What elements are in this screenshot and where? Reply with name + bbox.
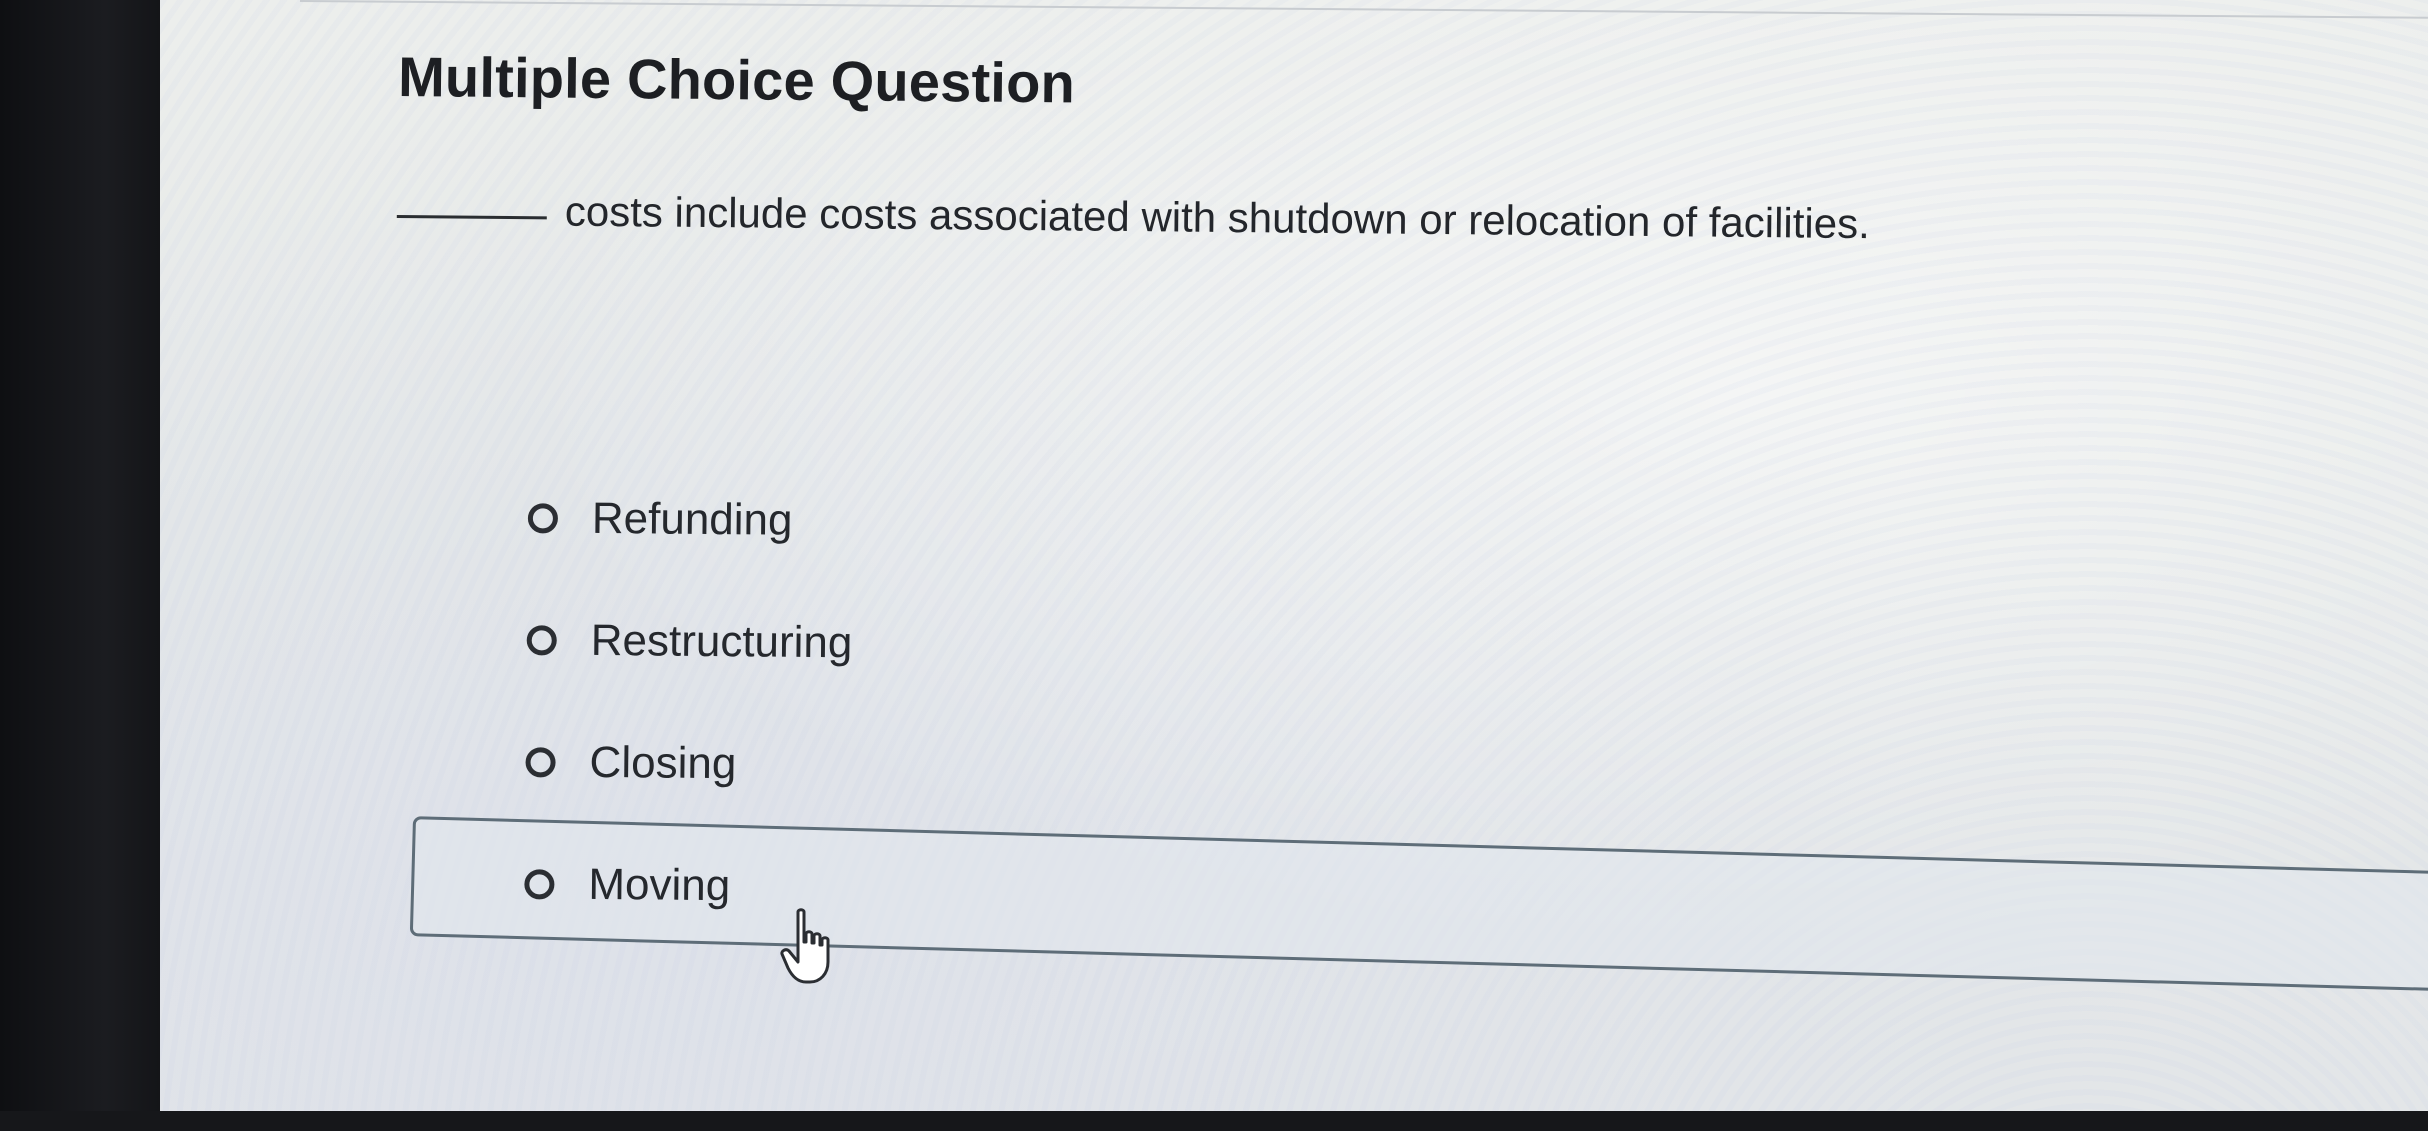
fill-in-blank (396, 214, 547, 220)
option-label: Restructuring (590, 615, 853, 668)
radio-button-empty-icon[interactable] (527, 503, 559, 534)
hand-pointer-icon (780, 908, 830, 984)
option-moving[interactable]: Moving (524, 859, 730, 911)
radio-button-empty-icon[interactable] (526, 625, 557, 656)
question-prompt: costs include costs associated with shut… (396, 186, 1871, 248)
question-type-heading: Multiple Choice Question (397, 44, 1076, 115)
option-label: Refunding (591, 493, 793, 545)
question-panel: Multiple Choice Question costs include c… (0, 0, 2428, 1130)
option-refunding[interactable]: Refunding (527, 493, 793, 546)
radio-button-empty-icon[interactable] (524, 869, 555, 900)
radio-button-empty-icon[interactable] (525, 747, 556, 778)
option-closing[interactable]: Closing (525, 737, 737, 789)
option-label: Closing (589, 737, 737, 789)
option-label: Moving (588, 859, 731, 911)
option-restructuring[interactable]: Restructuring (526, 615, 853, 668)
question-prompt-text: costs include costs associated with shut… (564, 187, 1871, 248)
